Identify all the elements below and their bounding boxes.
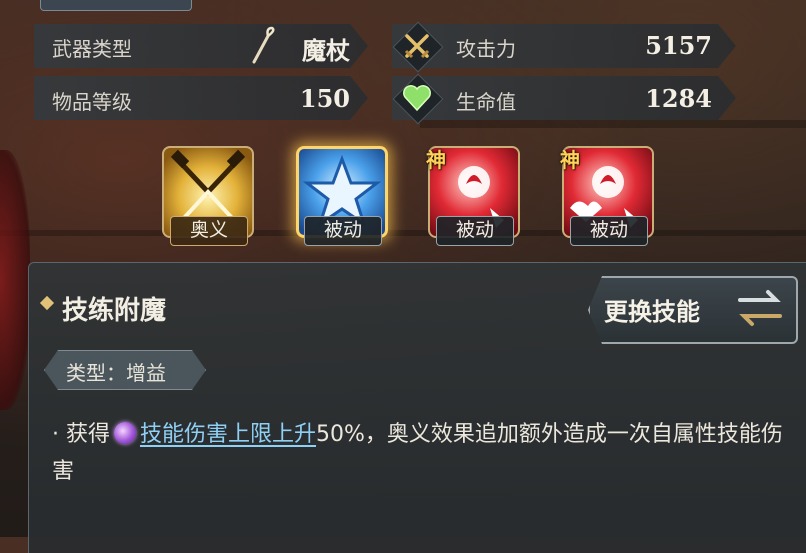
- weapon-type-value: 魔杖: [302, 36, 350, 65]
- attack-value: 5157: [645, 31, 712, 60]
- god-badge: 神: [560, 148, 580, 172]
- skill-slot-passive-god-1[interactable]: 神 被动: [426, 146, 520, 246]
- skill-tag: 被动: [304, 216, 382, 246]
- skill-type: 类型：增益: [66, 361, 166, 385]
- skill-description: · 获得 技能伤害上限上升50%，奥义效果追加额外造成一次自属性技能伤害: [52, 416, 792, 490]
- attack-label: 攻击力: [456, 37, 516, 61]
- swap-skill-label: 更换技能: [604, 298, 700, 326]
- background-shelf: [420, 120, 806, 128]
- swap-arrows-icon: [734, 284, 786, 332]
- god-badge: 神: [426, 148, 446, 172]
- item-level-value: 150: [299, 84, 350, 113]
- background-shelf: [0, 230, 806, 236]
- item-level-label: 物品等级: [52, 90, 132, 114]
- hp-label: 生命值: [456, 90, 516, 114]
- heart-icon: [397, 78, 437, 118]
- skill-tag: 被动: [570, 216, 648, 246]
- staff-icon: [244, 26, 284, 66]
- skill-slot-passive-god-2[interactable]: 神 被动: [560, 146, 654, 246]
- background-creature-art: [0, 150, 30, 410]
- skill-slot-ultimate[interactable]: 奥义: [162, 146, 254, 246]
- weapon-type-label: 武器类型: [52, 37, 132, 61]
- skill-damage-cap-link[interactable]: 技能伤害上限上升: [140, 422, 316, 447]
- crossed-swords-icon: [397, 26, 437, 66]
- skill-title: 技练附魔: [62, 296, 167, 326]
- skill-tag: 奥义: [170, 216, 248, 246]
- buff-orb-icon: [114, 422, 136, 444]
- skill-tag: 被动: [436, 216, 514, 246]
- skill-slot-passive-selected[interactable]: 被动: [296, 146, 388, 246]
- hp-value: 1284: [645, 84, 712, 113]
- top-panel-edge: [40, 0, 192, 11]
- desc-prefix: · 获得: [52, 422, 110, 447]
